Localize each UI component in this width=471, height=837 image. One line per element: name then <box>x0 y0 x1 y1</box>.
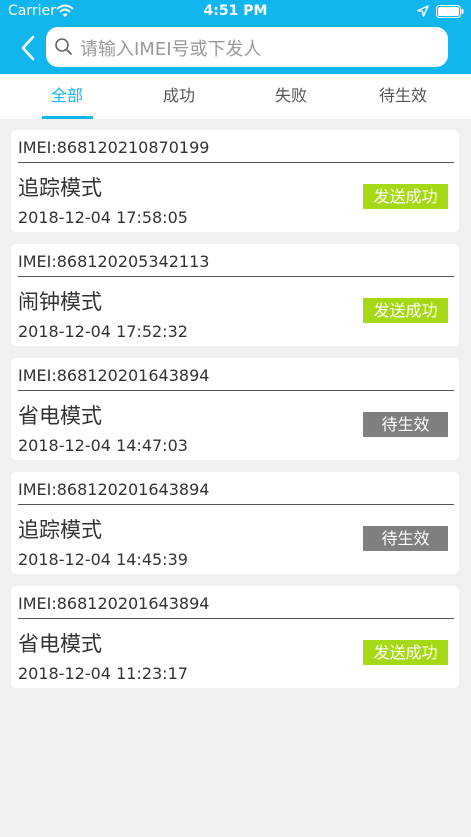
record-time: 2018-12-04 17:52:32 <box>18 322 188 341</box>
tab-all[interactable]: 全部 <box>8 74 126 119</box>
header-bar: Carrier 4:51 PM 请输入IMEI号或下发人 <box>0 0 471 74</box>
record-imei: IMEI:868120210870199 <box>18 138 210 157</box>
record-card[interactable]: IMEI:868120201643894 追踪模式 2018-12-04 14:… <box>11 472 459 574</box>
record-imei: IMEI:868120201643894 <box>18 480 210 499</box>
record-time: 2018-12-04 11:23:17 <box>18 664 188 683</box>
status-badge: 发送成功 <box>363 298 448 323</box>
tab-success[interactable]: 成功 <box>120 74 238 119</box>
record-divider <box>18 162 454 163</box>
search-placeholder: 请输入IMEI号或下发人 <box>80 39 262 60</box>
status-bar: Carrier 4:51 PM <box>0 0 471 24</box>
status-time: 4:51 PM <box>203 3 268 19</box>
location-arrow-icon <box>417 5 429 17</box>
record-mode: 省电模式 <box>18 632 102 656</box>
search-icon <box>55 38 72 55</box>
record-card[interactable]: IMEI:868120210870199 追踪模式 2018-12-04 17:… <box>11 130 459 232</box>
record-card[interactable]: IMEI:868120205342113 闹钟模式 2018-12-04 17:… <box>11 244 459 346</box>
active-tab-indicator <box>42 116 93 119</box>
record-time: 2018-12-04 17:58:05 <box>18 208 188 227</box>
record-divider <box>18 618 454 619</box>
record-divider <box>18 276 454 277</box>
record-mode: 追踪模式 <box>18 176 102 200</box>
record-mode: 省电模式 <box>18 404 102 428</box>
battery-icon <box>436 5 464 18</box>
status-badge: 待生效 <box>363 526 448 551</box>
tab-failed[interactable]: 失败 <box>232 74 350 119</box>
status-badge: 待生效 <box>363 412 448 437</box>
record-imei: IMEI:868120201643894 <box>18 366 210 385</box>
record-time: 2018-12-04 14:45:39 <box>18 550 188 569</box>
search-input[interactable]: 请输入IMEI号或下发人 <box>46 27 448 67</box>
record-card[interactable]: IMEI:868120201643894 省电模式 2018-12-04 14:… <box>11 358 459 460</box>
record-time: 2018-12-04 14:47:03 <box>18 436 188 455</box>
record-card[interactable]: IMEI:868120201643894 省电模式 2018-12-04 11:… <box>11 586 459 688</box>
status-badge: 发送成功 <box>363 640 448 665</box>
back-chevron-icon[interactable] <box>16 34 40 62</box>
record-imei: IMEI:868120201643894 <box>18 594 210 613</box>
filter-tab-bar: 全部 成功 失败 待生效 <box>0 74 471 119</box>
status-badge: 发送成功 <box>363 184 448 209</box>
record-mode: 闹钟模式 <box>18 290 102 314</box>
record-mode: 追踪模式 <box>18 518 102 542</box>
tab-pending[interactable]: 待生效 <box>344 74 462 119</box>
record-divider <box>18 504 454 505</box>
record-divider <box>18 390 454 391</box>
record-imei: IMEI:868120205342113 <box>18 252 210 271</box>
